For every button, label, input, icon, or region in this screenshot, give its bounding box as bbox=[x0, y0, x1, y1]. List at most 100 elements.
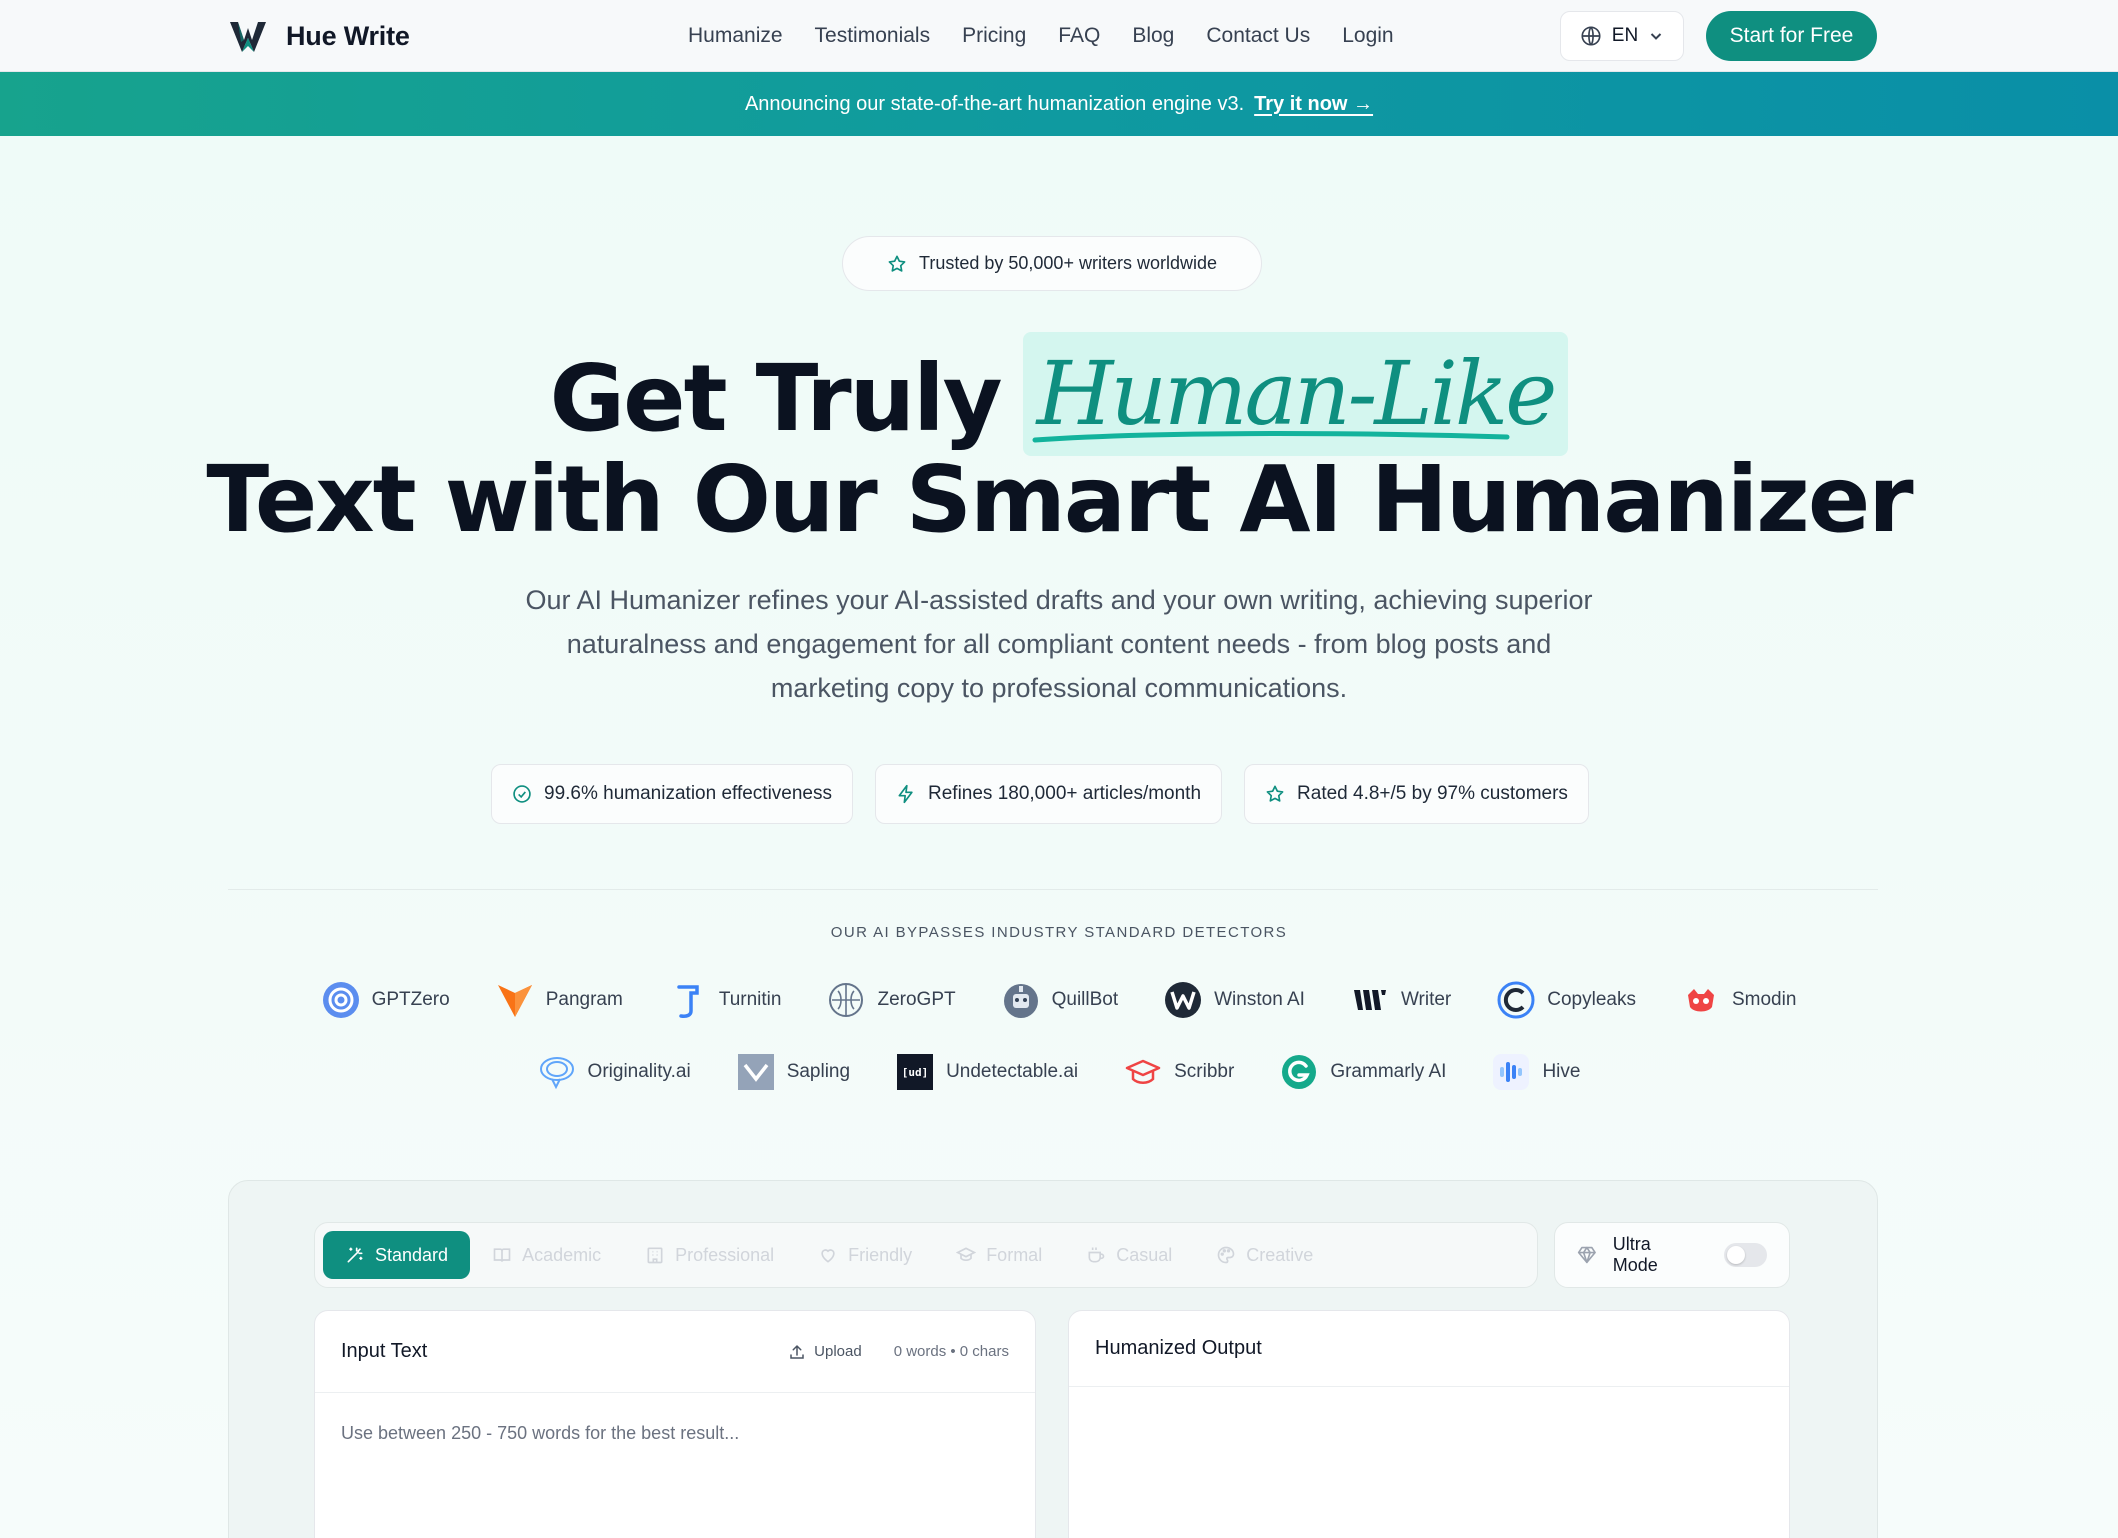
detector-name: Writer bbox=[1400, 989, 1452, 1010]
try-it-now-link[interactable]: Try it now → bbox=[1254, 93, 1373, 116]
output-panel-header: Humanized Output bbox=[1069, 1311, 1789, 1387]
detector-turnitin: Turnitin bbox=[669, 980, 782, 1020]
input-panel-title: Input Text bbox=[341, 1340, 428, 1362]
book-icon bbox=[493, 1248, 511, 1262]
nav-pricing[interactable]: Pricing bbox=[962, 20, 1026, 52]
turnitin-logo-icon bbox=[677, 985, 699, 1018]
tab-academic[interactable]: Academic bbox=[470, 1231, 623, 1279]
nav-contact-us[interactable]: Contact Us bbox=[1206, 20, 1310, 52]
mode-tabs: Standard Academic Professional Friendly … bbox=[314, 1222, 1538, 1288]
brand-logo[interactable]: Hue Write bbox=[228, 14, 410, 58]
lightning-icon bbox=[898, 784, 913, 804]
detector-undetectable-ai: [ud] Undetectable.ai bbox=[896, 1052, 1078, 1092]
copyleaks-logo-icon bbox=[1497, 981, 1535, 1019]
detector-scribbr: Scribbr bbox=[1124, 1052, 1234, 1092]
gptzero-logo-icon bbox=[322, 982, 359, 1018]
brand-name: Hue Write bbox=[286, 20, 410, 51]
heart-icon bbox=[821, 1249, 835, 1263]
globe-icon bbox=[1581, 26, 1601, 46]
detectors-row-1: GPTZero Pangram Turnitin ZeroGPT QuillBo… bbox=[0, 980, 2118, 1020]
chevron-down-icon bbox=[1650, 33, 1662, 40]
hero-title-part-1: Get Truly bbox=[549, 344, 1003, 452]
word-char-count: 0 words • 0 chars bbox=[893, 1343, 1009, 1360]
building-icon bbox=[647, 1247, 663, 1264]
undetectable-ai-logo-icon: [ud] bbox=[897, 1054, 934, 1090]
detectors-row-2: Originality.ai Sapling [ud] Undetectable… bbox=[0, 1052, 2118, 1092]
pangram-logo-icon bbox=[497, 985, 532, 1017]
upload-button[interactable]: Upload bbox=[788, 1343, 862, 1361]
tab-label: Creative bbox=[1246, 1244, 1314, 1265]
tab-professional[interactable]: Professional bbox=[623, 1231, 796, 1279]
check-circle-icon bbox=[513, 785, 531, 803]
sapling-logo-icon bbox=[737, 1054, 774, 1090]
stat-label: Refines 180,000+ articles/month bbox=[928, 783, 1202, 804]
palette-icon bbox=[1217, 1246, 1235, 1264]
underline-stroke-icon bbox=[1032, 431, 1510, 443]
output-panel: Humanized Output bbox=[1068, 1310, 1790, 1538]
tab-creative[interactable]: Creative bbox=[1194, 1231, 1335, 1279]
hue-write-logo-icon bbox=[230, 22, 266, 52]
detector-copyleaks: Copyleaks bbox=[1497, 980, 1636, 1020]
upload-icon bbox=[790, 1344, 804, 1359]
section-divider bbox=[228, 889, 1878, 890]
star-icon bbox=[1266, 785, 1284, 802]
hive-logo-icon bbox=[1493, 1054, 1530, 1090]
nav-testimonials[interactable]: Testimonials bbox=[815, 20, 931, 52]
writer-logo-icon bbox=[1353, 990, 1386, 1010]
magic-wand-icon bbox=[347, 1247, 363, 1263]
tab-casual[interactable]: Casual bbox=[1064, 1231, 1194, 1279]
output-panel-title: Humanized Output bbox=[1095, 1337, 1262, 1359]
diamond-icon bbox=[1577, 1246, 1596, 1264]
coffee-cup-icon bbox=[1088, 1247, 1105, 1263]
stat-label: 99.6% humanization effectiveness bbox=[544, 783, 832, 804]
detector-winston-ai: Winston AI bbox=[1164, 980, 1305, 1020]
detector-name: Originality.ai bbox=[587, 1061, 691, 1082]
stat-label: Rated 4.8+/5 by 97% customers bbox=[1297, 783, 1568, 804]
tab-formal[interactable]: Formal bbox=[934, 1231, 1064, 1279]
nav-faq[interactable]: FAQ bbox=[1058, 20, 1100, 52]
zerogpt-brain-icon bbox=[829, 983, 864, 1017]
upload-label: Upload bbox=[814, 1343, 862, 1360]
main-nav: Humanize Testimonials Pricing FAQ Blog C… bbox=[688, 20, 1394, 52]
grammarly-logo-icon bbox=[1282, 1055, 1317, 1089]
detector-smodin: Smodin bbox=[1682, 980, 1796, 1020]
detector-name: ZeroGPT bbox=[877, 989, 956, 1010]
input-panel-header: Input Text Upload 0 words • 0 chars bbox=[315, 1311, 1035, 1393]
trust-badge-text: Trusted by 50,000+ writers worldwide bbox=[919, 253, 1217, 273]
top-nav-bar: Hue Write Humanize Testimonials Pricing … bbox=[0, 0, 2118, 72]
ultra-mode-switch[interactable] bbox=[1723, 1243, 1767, 1267]
ultra-mode-label: Ultra Mode bbox=[1612, 1234, 1658, 1275]
tab-label: Casual bbox=[1116, 1244, 1173, 1265]
announcement-banner: Announcing our state-of-the-art humaniza… bbox=[0, 72, 2118, 136]
nav-blog[interactable]: Blog bbox=[1132, 20, 1174, 52]
tab-label: Professional bbox=[675, 1244, 775, 1265]
announcement-text: Announcing our state-of-the-art humaniza… bbox=[744, 92, 1245, 115]
input-textarea[interactable] bbox=[315, 1393, 1035, 1538]
start-for-free-button[interactable]: Start for Free bbox=[1706, 11, 1877, 61]
detector-quillbot: QuillBot bbox=[1002, 980, 1118, 1020]
stat-effectiveness: 99.6% humanization effectiveness bbox=[491, 764, 853, 824]
tab-label: Friendly bbox=[848, 1244, 913, 1265]
detector-grammarly-ai: Grammarly AI bbox=[1280, 1052, 1446, 1092]
tab-standard[interactable]: Standard bbox=[323, 1231, 471, 1279]
stats-row: 99.6% humanization effectiveness Refines… bbox=[491, 764, 1589, 824]
detector-name: Turnitin bbox=[718, 989, 782, 1010]
graduation-cap-icon bbox=[956, 1247, 977, 1262]
detector-name: Hive bbox=[1542, 1061, 1581, 1082]
nav-humanize[interactable]: Humanize bbox=[688, 20, 783, 52]
detector-originality-ai: Originality.ai bbox=[538, 1052, 691, 1092]
svg-text:[ud]: [ud] bbox=[902, 1066, 929, 1079]
language-value: EN bbox=[1611, 25, 1639, 46]
detector-name: Smodin bbox=[1731, 989, 1797, 1010]
scribbr-logo-icon bbox=[1125, 1059, 1161, 1084]
smodin-logo-icon bbox=[1687, 989, 1714, 1012]
tab-label: Standard bbox=[375, 1244, 449, 1265]
detector-pangram: Pangram bbox=[496, 980, 623, 1020]
nav-login[interactable]: Login bbox=[1342, 20, 1393, 52]
hero-title-line-1: Get Truly Human-Like bbox=[0, 332, 2118, 456]
star-icon bbox=[888, 255, 906, 272]
tab-label: Formal bbox=[986, 1244, 1043, 1265]
tab-friendly[interactable]: Friendly bbox=[796, 1231, 934, 1279]
detector-writer: Writer bbox=[1351, 980, 1451, 1020]
language-selector[interactable]: EN bbox=[1560, 11, 1684, 61]
